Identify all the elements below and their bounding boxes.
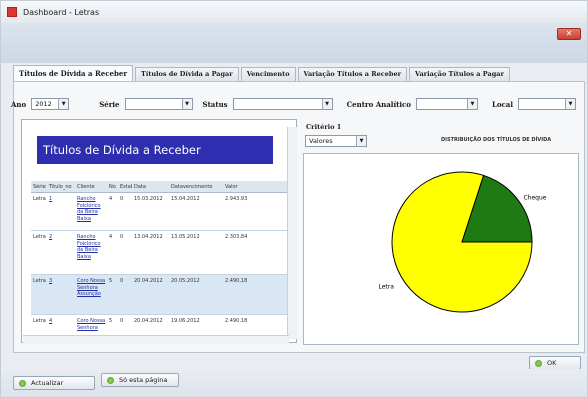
- tab-vencimento[interactable]: Vencimento: [240, 67, 296, 81]
- tab-bar: Títulos de Dívida a Receber Títulos de D…: [13, 65, 512, 81]
- cell-titulo-link[interactable]: 3: [47, 275, 75, 314]
- cell-data: 20.04.2012: [134, 318, 163, 324]
- col-cliente: Cliente: [77, 184, 95, 190]
- actualizar-button[interactable]: Actualizar: [13, 376, 95, 390]
- serie-label: Série: [99, 99, 120, 109]
- col-datavencimento: Datavencimento: [171, 184, 213, 190]
- cell-no: 5: [109, 318, 113, 324]
- pie-label-cheque: Cheque: [523, 194, 546, 201]
- cell-data: 15.03.2012: [134, 196, 163, 202]
- refresh-icon: [19, 379, 26, 387]
- cell-estab: 0: [120, 278, 124, 284]
- cell-titulo-link[interactable]: 1: [47, 193, 75, 230]
- table-row[interactable]: Letra 1 Rancho Folclórico da Beira Baixa…: [31, 193, 291, 231]
- chevron-down-icon[interactable]: ▼: [181, 99, 192, 109]
- chevron-down-icon[interactable]: ▼: [466, 99, 477, 109]
- ok-button[interactable]: OK: [529, 356, 581, 370]
- cell-valor: 2.490,18: [225, 318, 248, 324]
- check-icon: [535, 359, 542, 367]
- cell-datavencimento: 19.06.2012: [171, 318, 200, 324]
- local-label: Local: [491, 99, 514, 109]
- cell-estab: 0: [120, 234, 124, 240]
- cell-datavencimento: 20.05.2012: [171, 278, 200, 284]
- serie-select[interactable]: ▼: [124, 98, 193, 110]
- cell-data: 13.04.2012: [134, 234, 163, 240]
- criterio-select[interactable]: Valores ▼: [305, 135, 367, 147]
- window-title: Dashboard - Letras: [23, 7, 100, 17]
- dashboard-window: Dashboard - Letras ✕ Títulos de Dívida a…: [0, 0, 588, 398]
- local-select[interactable]: ▼: [518, 98, 577, 110]
- status-select[interactable]: ▼: [232, 98, 333, 110]
- ano-label: Ano: [11, 99, 27, 109]
- cell-cliente-link[interactable]: Coro Nossa Senhora: [75, 315, 107, 335]
- cell-valor: 2.943,93: [225, 196, 248, 202]
- cell-titulo-link[interactable]: 4: [47, 315, 75, 335]
- tab-variacao-pagar[interactable]: Variação Títulos a Pagar: [409, 67, 510, 81]
- cell-serie: Letra: [33, 234, 46, 240]
- cell-cliente-link[interactable]: Rancho Folclórico da Beira Baixa: [75, 231, 107, 274]
- table-row[interactable]: Letra 3 Coro Nossa Senhora Assunção 5 0 …: [31, 275, 291, 315]
- report-table-header: Série Titulo_no Cliente No Estab Data Da…: [31, 181, 291, 193]
- close-icon: ✕: [565, 29, 573, 38]
- centro-analitico-select[interactable]: ▼: [415, 98, 478, 110]
- report-horizontal-scrollbar[interactable]: [23, 335, 289, 344]
- pie-label-letra: Letra: [379, 284, 395, 291]
- cell-data: 20.04.2012: [134, 278, 163, 284]
- cell-no: 5: [109, 278, 113, 284]
- chart-panel: Letra Cheque: [303, 153, 579, 345]
- title-bar: Dashboard - Letras: [1, 1, 587, 23]
- cell-estab: 0: [120, 318, 124, 324]
- table-row[interactable]: Letra 4 Coro Nossa Senhora 5 0 20.04.201…: [31, 315, 291, 335]
- chevron-down-icon[interactable]: ▼: [58, 99, 69, 109]
- actualizar-label: Actualizar: [31, 379, 64, 387]
- cell-no: 4: [109, 196, 113, 202]
- table-row[interactable]: Letra 2 Rancho Folclórico da Beira Baixa…: [31, 231, 291, 275]
- col-estab: Estab: [120, 184, 132, 190]
- cell-titulo-link[interactable]: 2: [47, 231, 75, 274]
- close-button[interactable]: ✕: [557, 28, 581, 40]
- pie-chart: Letra Cheque: [379, 171, 547, 313]
- centro-analitico-label: Centro Analítico: [346, 99, 411, 109]
- cell-valor: 2.303,84: [225, 234, 248, 240]
- criterio-label: Critério 1: [306, 123, 342, 131]
- page-icon: [107, 376, 114, 384]
- col-serie: Série: [33, 184, 46, 190]
- col-data: Data: [134, 184, 146, 190]
- cell-no: 4: [109, 234, 113, 240]
- ano-value: 2012: [35, 100, 52, 108]
- cell-serie: Letra: [33, 318, 46, 324]
- ok-label: OK: [547, 359, 557, 367]
- tab-titulos-receber[interactable]: Títulos de Dívida a Receber: [13, 65, 134, 81]
- cell-datavencimento: 15.04.2012: [171, 196, 200, 202]
- filter-bar: Ano 2012 ▼ Série ▼ Status ▼ Centro Analí…: [11, 97, 577, 111]
- cell-cliente-link[interactable]: Coro Nossa Senhora Assunção: [75, 275, 107, 314]
- tab-titulos-pagar[interactable]: Títulos de Dívida a Pagar: [135, 67, 239, 81]
- cell-serie: Letra: [33, 196, 46, 202]
- app-icon: [7, 7, 17, 17]
- status-label: Status: [202, 99, 228, 109]
- col-valor: Valor: [225, 184, 238, 190]
- tab-variacao-receber[interactable]: Variação Títulos a Receber: [297, 67, 408, 81]
- so-esta-pagina-label: Só esta página: [119, 376, 168, 384]
- criterio-value: Valores: [309, 137, 333, 145]
- report-vertical-scrollbar[interactable]: [287, 127, 297, 339]
- col-no: No: [109, 184, 116, 190]
- chevron-down-icon[interactable]: ▼: [565, 99, 576, 109]
- cell-datavencimento: 13.05.2012: [171, 234, 200, 240]
- ano-select[interactable]: 2012 ▼: [31, 98, 70, 110]
- cell-estab: 0: [120, 196, 124, 202]
- col-titulo: Titulo_no: [49, 184, 72, 190]
- cell-valor: 2.490,18: [225, 278, 248, 284]
- report-title: Títulos de Dívida a Receber: [37, 136, 273, 164]
- chevron-down-icon[interactable]: ▼: [321, 99, 332, 109]
- chart-title: DISTRIBUIÇÃO DOS TÍTULOS DE DÍVIDA: [441, 137, 552, 143]
- cell-serie: Letra: [33, 278, 46, 284]
- chevron-down-icon[interactable]: ▼: [356, 136, 366, 146]
- so-esta-pagina-button[interactable]: Só esta página: [101, 373, 179, 387]
- header-band: [1, 23, 587, 63]
- cell-cliente-link[interactable]: Rancho Folclórico da Beira Baixa: [75, 193, 107, 230]
